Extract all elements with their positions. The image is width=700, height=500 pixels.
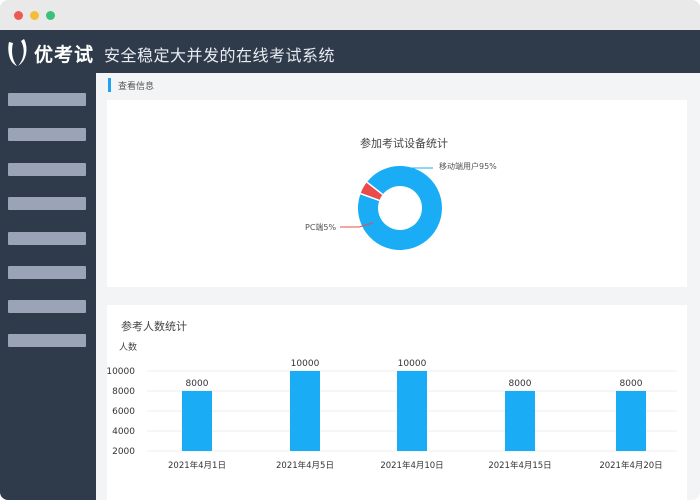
minimize-window-button[interactable] bbox=[30, 11, 39, 20]
pie-label-mobile: 移动端用户95% bbox=[439, 162, 497, 171]
bar-3[interactable] bbox=[397, 371, 427, 451]
close-window-button[interactable] bbox=[14, 11, 23, 20]
maximize-window-button[interactable] bbox=[46, 11, 55, 20]
y-tick-label: 6000 bbox=[112, 407, 135, 417]
breadcrumb-label: 查看信息 bbox=[118, 82, 155, 92]
x-tick-label: 2021年4月20日 bbox=[599, 460, 662, 471]
bar-data-label: 8000 bbox=[186, 379, 209, 389]
app-header: 优考试 安全稳定大并发的在线考试系统 bbox=[0, 30, 700, 73]
participants-bar-chart: 2000 4000 6000 8000 10000 8000 10000 10000 8000… bbox=[107, 359, 677, 471]
device-stats-card: 参加考试设备统计 移动端用户95% PC端5% bbox=[107, 100, 687, 287]
window-titlebar bbox=[0, 0, 700, 30]
bar-data-label: 10000 bbox=[291, 359, 320, 369]
pie-slice-mobile[interactable] bbox=[358, 165, 443, 250]
sidebar-item-1[interactable] bbox=[8, 93, 86, 106]
sidebar-item-3[interactable] bbox=[8, 163, 86, 176]
bar-4[interactable] bbox=[505, 391, 535, 451]
x-tick-label: 2021年4月1日 bbox=[168, 460, 226, 471]
pie-label-pc: PC端5% bbox=[305, 223, 337, 232]
sidebar-item-5[interactable] bbox=[8, 232, 86, 245]
bar-1[interactable] bbox=[182, 391, 212, 451]
x-tick-label: 2021年4月15日 bbox=[488, 460, 551, 471]
y-tick-label: 8000 bbox=[112, 387, 135, 397]
x-tick-label: 2021年4月5日 bbox=[276, 460, 334, 471]
y-tick-label: 2000 bbox=[112, 447, 135, 457]
device-donut-chart bbox=[340, 165, 443, 250]
participants-stats-card: 参考人数统计 人数 2000 4000 6000 8000 10000 8000 1000… bbox=[107, 305, 687, 500]
bar-2[interactable] bbox=[290, 371, 320, 451]
logo-text: 优考试 bbox=[34, 44, 95, 66]
sidebar bbox=[0, 73, 96, 500]
system-title: 安全稳定大并发的在线考试系统 bbox=[104, 46, 336, 65]
breadcrumb-accent-bar bbox=[108, 78, 111, 92]
bar-data-label: 8000 bbox=[509, 379, 532, 389]
x-tick-label: 2021年4月10日 bbox=[380, 460, 443, 471]
logo-icon bbox=[8, 39, 27, 66]
sidebar-item-7[interactable] bbox=[8, 300, 86, 313]
app-window: 优考试 安全稳定大并发的在线考试系统 查看信息 参加考试设备统计 移动端用户95… bbox=[0, 0, 700, 500]
sidebar-item-2[interactable] bbox=[8, 128, 86, 141]
sidebar-item-4[interactable] bbox=[8, 197, 86, 210]
sidebar-item-6[interactable] bbox=[8, 266, 86, 279]
sidebar-item-8[interactable] bbox=[8, 334, 86, 347]
bar-data-label: 10000 bbox=[398, 359, 427, 369]
y-tick-label: 10000 bbox=[107, 367, 135, 377]
bar-data-label: 8000 bbox=[620, 379, 643, 389]
bar-5[interactable] bbox=[616, 391, 646, 451]
y-tick-label: 4000 bbox=[112, 427, 135, 437]
